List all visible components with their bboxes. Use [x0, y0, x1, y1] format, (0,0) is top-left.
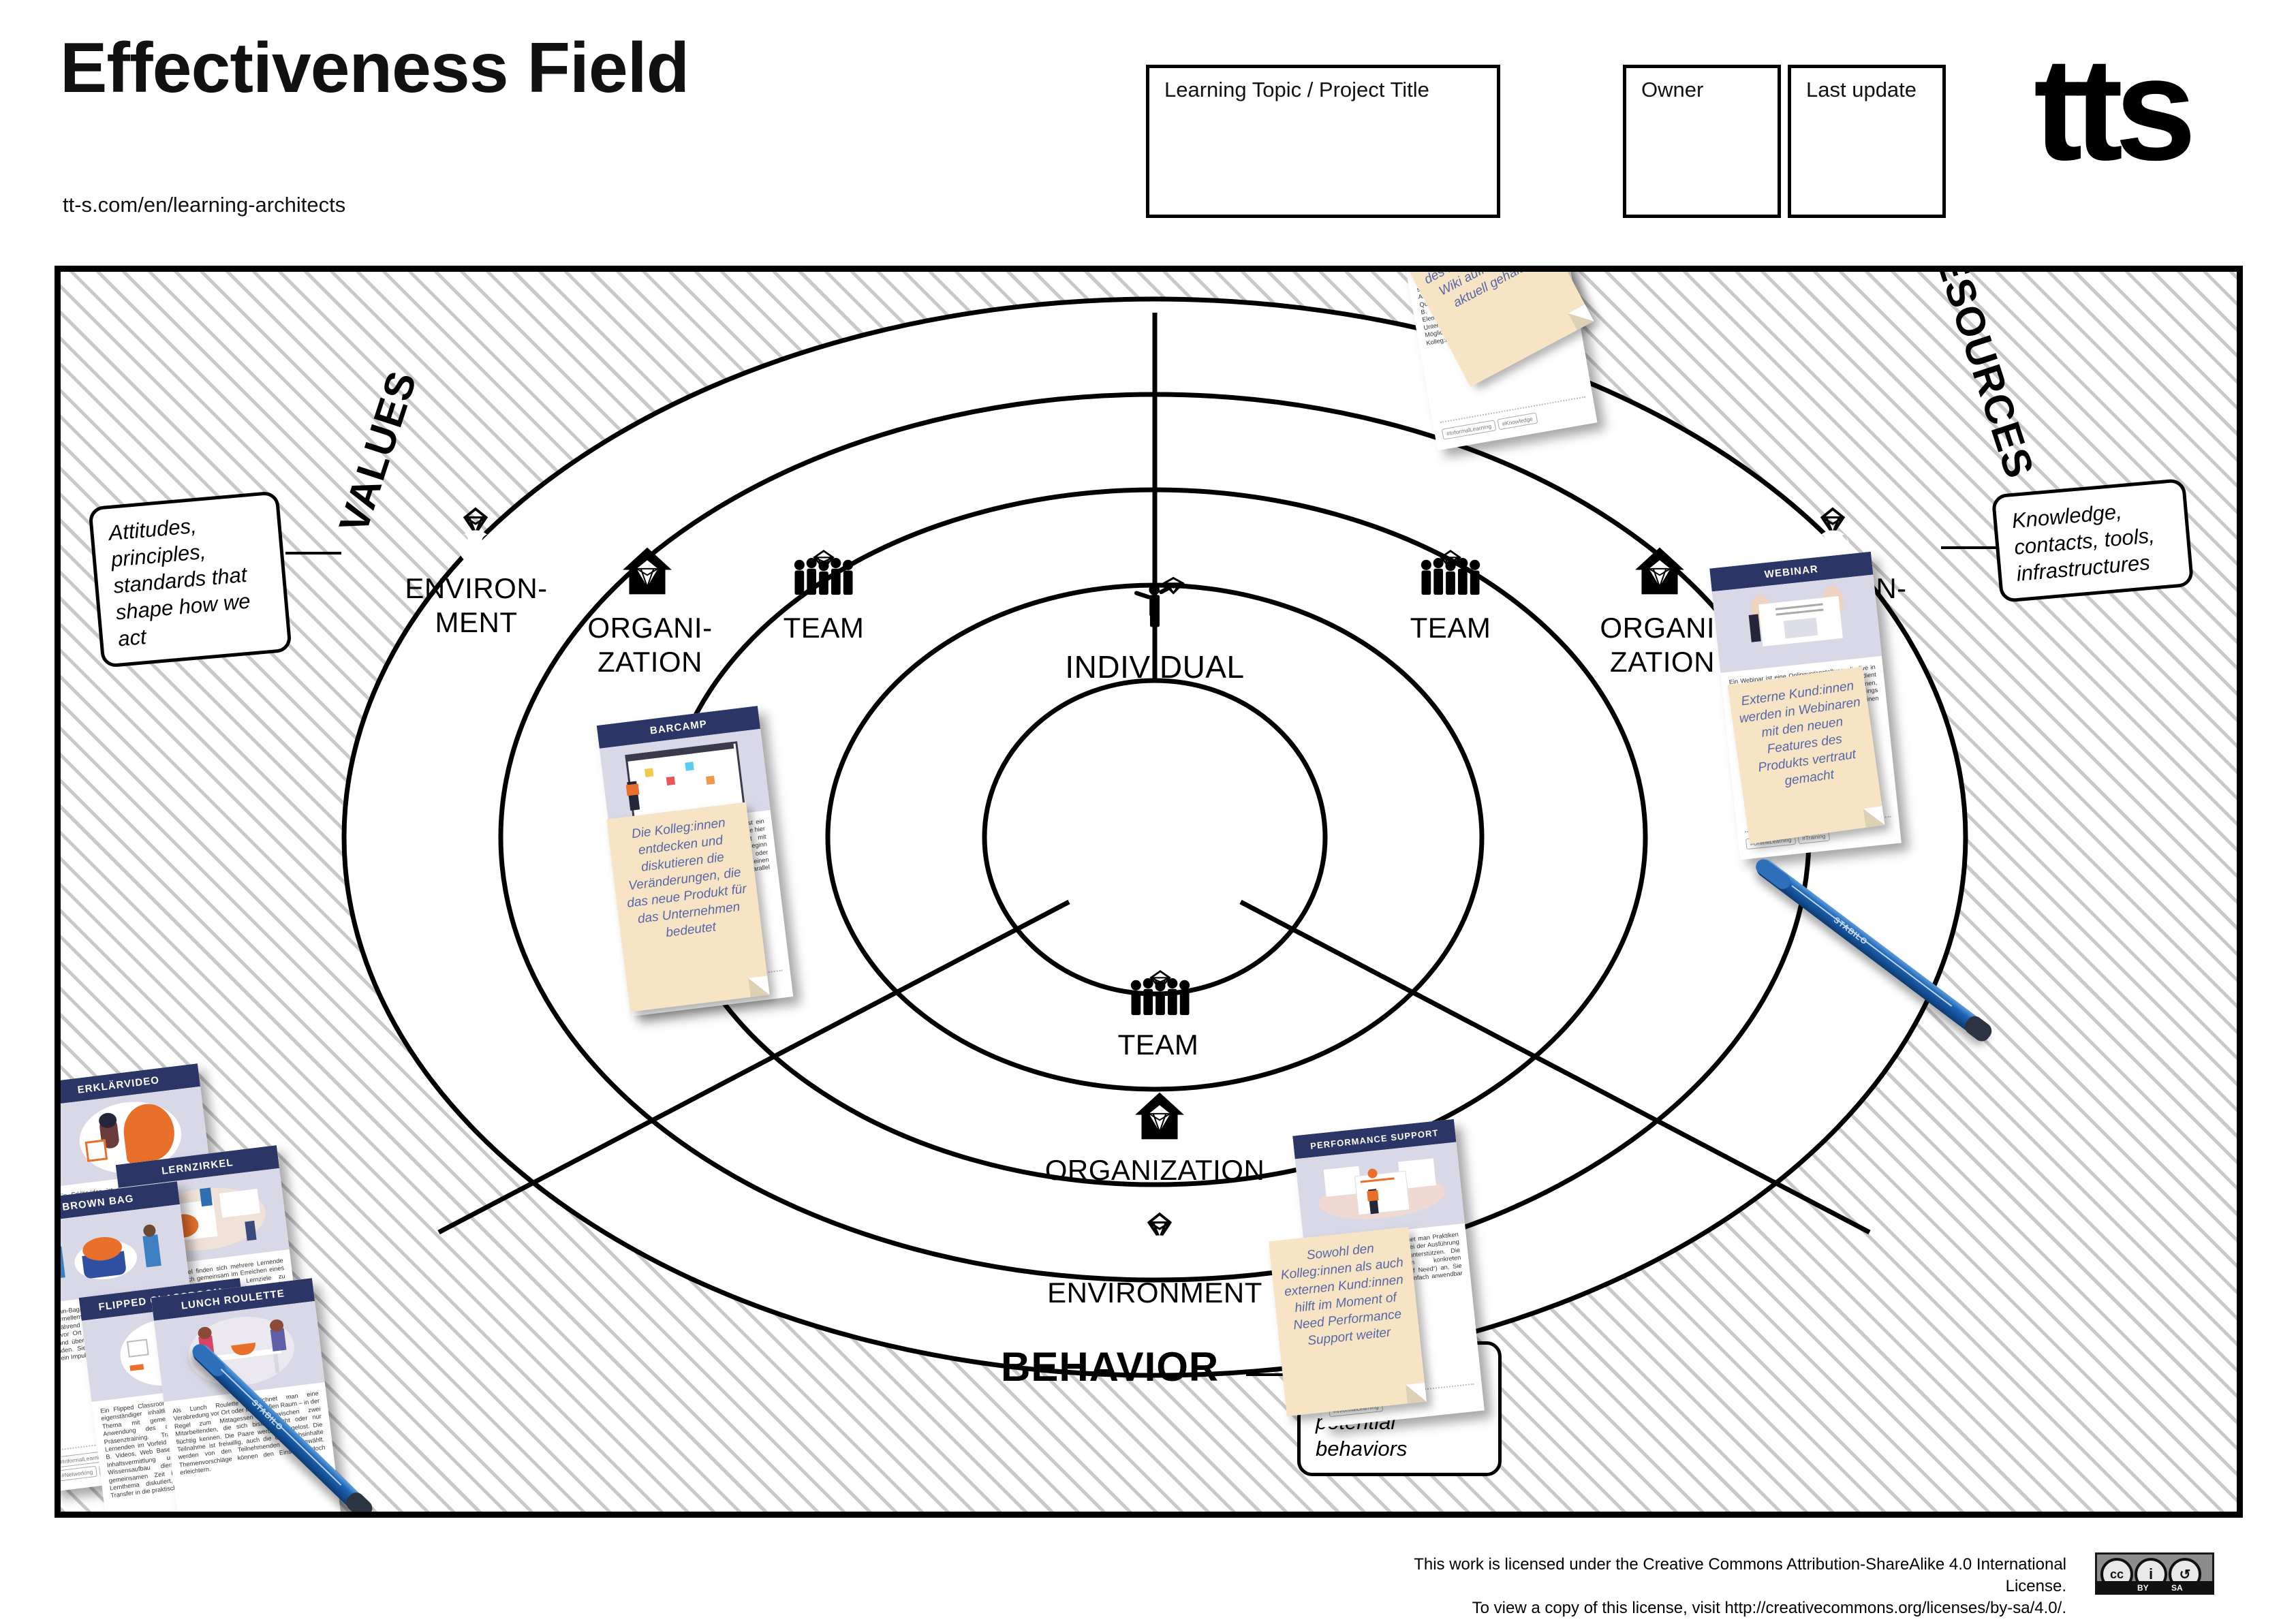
- sticky-note-text: Alle Features und technischen Daten des …: [1422, 266, 1538, 311]
- callout-values: Attitudes, principles, standards that sh…: [88, 490, 292, 668]
- hands-holding-diamond-globe-icon: [1806, 507, 1859, 560]
- card-illustration: [1294, 1142, 1465, 1240]
- people-group-with-diamond-icon: [1418, 550, 1483, 599]
- ring-label-environment-bottom: ENVIRONMENT: [1047, 1277, 1262, 1309]
- sticky-fold: [1863, 806, 1885, 828]
- sticky-note-text: Die Kolleg:innen entdecken und diskutier…: [626, 815, 747, 941]
- people-group-with-diamond-icon: [1128, 970, 1193, 1019]
- page-header: Effectiveness Field tt-s.com/en/learning…: [0, 0, 2296, 245]
- sector-heading-behavior: BEHAVIOR: [1001, 1344, 1220, 1390]
- sticky-note-text: Sowohl den Kolleg:innen als auch externe…: [1279, 1241, 1404, 1349]
- sticky-note-performance-support[interactable]: Sowohl den Kolleg:innen als auch externe…: [1269, 1226, 1427, 1417]
- owner-label: Owner: [1641, 78, 1704, 102]
- last-update-label: Last update: [1806, 78, 1917, 102]
- hands-holding-diamond-globe-icon: [449, 507, 502, 560]
- callout-values-leader: [285, 552, 341, 555]
- page-title: Effectiveness Field: [60, 29, 689, 108]
- ring-label-individual: INDIVIDUAL: [1065, 649, 1245, 685]
- card-tag: #Knowledge: [1497, 412, 1538, 431]
- ring-individual-inner: [982, 678, 1328, 997]
- badge-sa-label: SA: [2171, 1583, 2183, 1593]
- card-illustration: [1711, 574, 1882, 673]
- tts-logo: tts: [2034, 27, 2197, 191]
- callout-resources: Knowledge, contacts, tools, infrastructu…: [1991, 478, 2194, 604]
- badge-by-label: BY: [2137, 1583, 2149, 1593]
- owner-field[interactable]: Owner: [1623, 65, 1781, 218]
- people-group-with-diamond-icon: [791, 550, 856, 599]
- page-url: tt-s.com/en/learning-architects: [63, 193, 346, 217]
- last-update-field[interactable]: Last update: [1788, 65, 1946, 218]
- house-with-diamond-icon: [621, 544, 674, 597]
- sticky-note-text: Externe Kund:innen werden in Webinaren m…: [1738, 678, 1861, 789]
- ring-label-organization-bottom: ORGANIZATION: [1044, 1154, 1265, 1186]
- sticky-note-webinar[interactable]: Externe Kund:innen werden in Webinaren m…: [1727, 666, 1885, 844]
- learning-topic-field[interactable]: Learning Topic / Project Title: [1146, 65, 1500, 218]
- license-text: This work is licensed under the Creative…: [1412, 1554, 2066, 1619]
- card-tag: #InformalLearning: [1441, 420, 1497, 440]
- callout-resources-leader: [1941, 546, 1999, 549]
- sticky-note-barcamp[interactable]: Die Kolleg:innen entdecken und diskutier…: [606, 802, 770, 1012]
- sticky-fold: [748, 975, 770, 997]
- sticky-fold: [1406, 1382, 1427, 1404]
- card-tags: #InformalLearning #Networking #LearningC…: [187, 1515, 339, 1518]
- learning-topic-label: Learning Topic / Project Title: [1164, 78, 1429, 102]
- license-line-2: To view a copy of this license, visit ht…: [1472, 1599, 2066, 1617]
- house-with-diamond-icon: [1633, 544, 1686, 597]
- ring-label-team-right: TEAM: [1410, 612, 1491, 644]
- ring-label-team-left: TEAM: [783, 612, 865, 644]
- hands-holding-diamond-globe-icon: [1133, 1212, 1186, 1265]
- person-with-diamond-icon: [1133, 577, 1186, 630]
- creative-commons-badge: cc i ↺ BY SA: [2095, 1552, 2214, 1595]
- effectiveness-field-canvas: ENVIRON- MENT ORGANI- ZATION TEAM INDIVI…: [55, 266, 2243, 1518]
- card-tags: #OnlineLearning #Training #ELearning #Bl…: [115, 1515, 267, 1518]
- license-line-1: This work is licensed under the Creative…: [1414, 1555, 2066, 1595]
- card-tag: #Networking: [61, 1465, 97, 1482]
- ring-label-team-bottom: TEAM: [1117, 1029, 1199, 1061]
- house-with-diamond-icon: [1133, 1089, 1186, 1142]
